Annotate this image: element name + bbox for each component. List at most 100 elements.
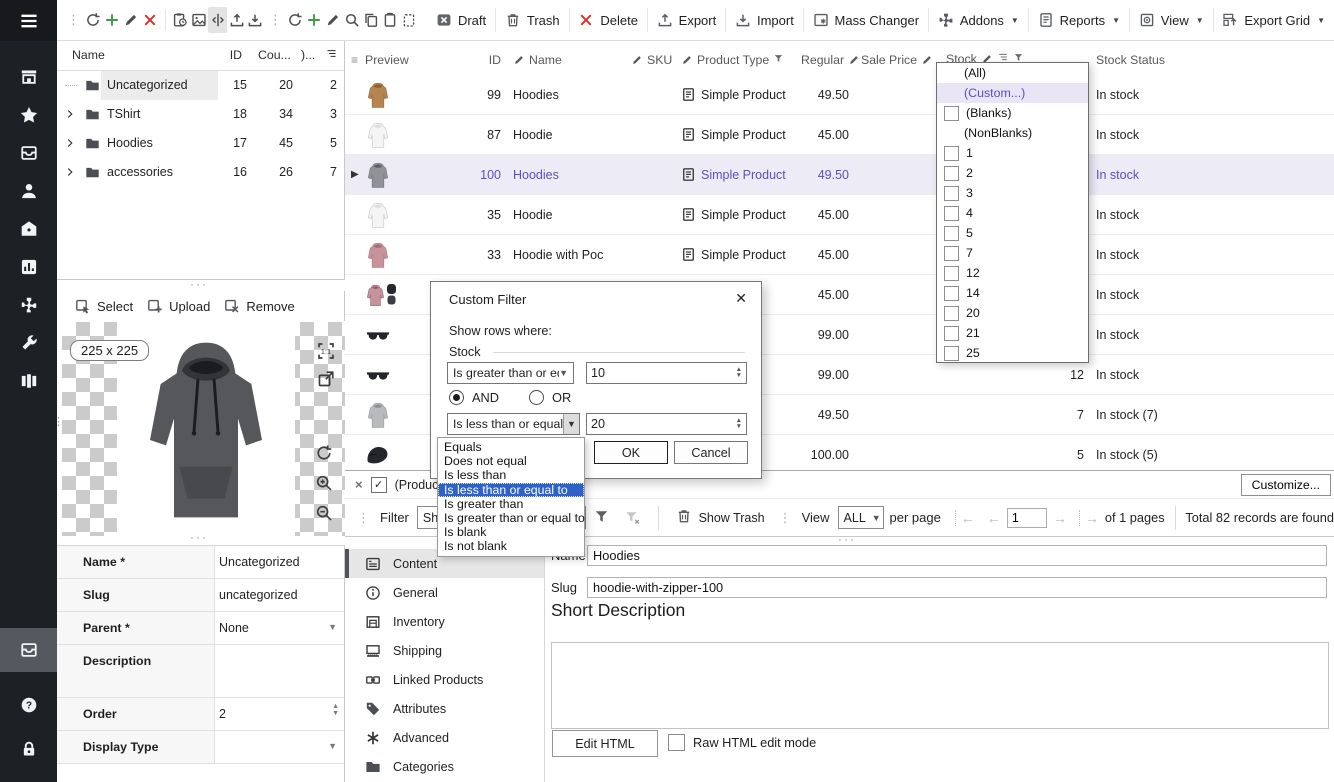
delete-button[interactable]: Delete xyxy=(569,5,647,35)
customize-button[interactable]: Customize... xyxy=(1241,474,1331,496)
category-row[interactable]: Uncategorized15202 xyxy=(57,71,344,100)
delete-button[interactable] xyxy=(141,7,160,33)
operator-option[interactable]: Is blank xyxy=(438,525,584,539)
show-trash-label[interactable]: Show Trash xyxy=(699,511,765,525)
checkbox[interactable] xyxy=(944,206,959,221)
name-input[interactable] xyxy=(587,545,1327,566)
tab-shipping[interactable]: Shipping xyxy=(345,636,544,665)
split-view-button[interactable] xyxy=(208,7,227,33)
actual-size-icon[interactable]: 1:1 xyxy=(317,342,335,363)
column-header-preview[interactable]: Preview xyxy=(359,45,477,75)
product-row[interactable]: 35HoodieSimple Product45.00In stock xyxy=(345,195,1334,235)
sidebar-item-tools[interactable] xyxy=(0,324,57,362)
form-value[interactable]: ▼ xyxy=(215,731,344,763)
sort-lines-icon[interactable] xyxy=(325,47,338,60)
product-row[interactable]: 99HoodiesSimple Product49.50In stock xyxy=(345,75,1334,115)
stock-filter-option[interactable]: 7 xyxy=(937,243,1088,263)
stock-filter-option[interactable]: 2 xyxy=(937,163,1088,183)
operator-select-1[interactable]: Is greater than or equ▼ xyxy=(447,362,574,384)
paste-button[interactable] xyxy=(380,7,399,33)
form-value[interactable]: 2▲▼ xyxy=(215,698,344,730)
tree-col-id[interactable]: ID xyxy=(230,48,242,62)
chevron-right-icon[interactable] xyxy=(64,166,76,178)
drag-handle-icon[interactable]: ⋮ xyxy=(357,510,370,526)
column-header-type[interactable]: Product Type xyxy=(675,45,795,75)
tree-col-count[interactable]: Cou... xyxy=(258,48,291,62)
vertical-splitter[interactable]: ⋮ xyxy=(53,420,59,424)
add-button[interactable] xyxy=(103,7,122,33)
form-value[interactable]: uncategorized xyxy=(215,579,344,611)
sidebar-item-addons[interactable] xyxy=(0,286,57,324)
sidebar-item-company[interactable] xyxy=(0,362,57,400)
stock-filter-option[interactable]: (NonBlanks) xyxy=(937,123,1088,143)
refresh-button[interactable] xyxy=(84,7,103,33)
stock-filter-option[interactable]: 25 xyxy=(937,343,1088,363)
chevron-right-icon[interactable] xyxy=(64,137,76,149)
product-row[interactable]: 33Hoodie with PocSimple Product45.00In s… xyxy=(345,235,1334,275)
sidebar-item-customers[interactable] xyxy=(0,172,57,210)
stock-filter-option[interactable]: (Custom...) xyxy=(937,83,1088,103)
horizontal-splitter[interactable]: ··· xyxy=(190,534,208,540)
per-page-select[interactable]: ALL▼ xyxy=(838,506,884,529)
stock-filter-option[interactable]: (Blanks) xyxy=(937,103,1088,123)
edit-html-button[interactable]: Edit HTML xyxy=(552,730,658,757)
next-page-icon[interactable]: → xyxy=(1053,510,1067,526)
filter-funnel-icon[interactable] xyxy=(773,53,784,67)
horizontal-splitter[interactable]: ··· xyxy=(190,281,208,287)
download-button[interactable] xyxy=(246,7,265,33)
column-header-handle[interactable]: ≡ xyxy=(345,45,359,75)
ok-button[interactable]: OK xyxy=(594,441,668,464)
column-header-id[interactable]: ID xyxy=(477,45,507,75)
select-image-button[interactable]: Select xyxy=(75,298,133,314)
column-header-regular[interactable]: Regular xyxy=(795,45,855,75)
cancel-button[interactable]: Cancel xyxy=(674,441,748,464)
export-grid-button[interactable]: Export Grid▼ xyxy=(1213,5,1334,35)
checkbox[interactable] xyxy=(944,286,959,301)
filter-enabled-checkbox[interactable]: ✓ xyxy=(371,477,387,493)
tree-col-name[interactable]: Name xyxy=(72,48,105,62)
stock-filter-option[interactable]: 20 xyxy=(937,303,1088,323)
horizontal-splitter[interactable]: ··· xyxy=(838,536,856,542)
tab-advanced[interactable]: Advanced xyxy=(345,723,544,752)
open-external-icon[interactable] xyxy=(317,370,335,391)
checkbox[interactable] xyxy=(944,186,959,201)
column-header-status[interactable]: Stock Status xyxy=(1090,45,1334,75)
checkbox[interactable] xyxy=(944,106,959,121)
draft-button[interactable]: Draft xyxy=(427,5,495,35)
tab-categories[interactable]: Categories xyxy=(345,752,544,781)
refresh-button[interactable] xyxy=(286,7,305,33)
stock-filter-option[interactable]: 1 xyxy=(937,143,1088,163)
checkbox[interactable] xyxy=(944,326,959,341)
value-input-1[interactable]: 10 ▲▼ xyxy=(586,362,747,384)
short-description-editor[interactable] xyxy=(551,642,1329,729)
operator-option[interactable]: Is not blank xyxy=(438,539,584,553)
category-row[interactable]: Hoodies17455 xyxy=(57,129,344,158)
clear-filter-icon[interactable] xyxy=(624,509,641,526)
tab-inventory[interactable]: Inventory xyxy=(345,607,544,636)
clear-filter-icon[interactable]: × xyxy=(355,477,363,492)
stock-filter-option[interactable]: 5 xyxy=(937,223,1088,243)
operator-option[interactable]: Equals xyxy=(438,440,584,454)
copy-button[interactable] xyxy=(362,7,381,33)
product-row[interactable]: 87HoodieSimple Product45.00In stock xyxy=(345,115,1334,155)
close-icon[interactable]: ✕ xyxy=(735,290,747,307)
apply-filter-icon[interactable] xyxy=(593,508,610,528)
mass-changer-button[interactable]: Mass Changer xyxy=(804,5,929,35)
product-row[interactable]: ▶100HoodiesSimple Product49.50In stock xyxy=(345,155,1334,195)
grip-icon[interactable]: ≡ xyxy=(351,53,358,67)
tab-attributes[interactable]: Attributes xyxy=(345,694,544,723)
history-button[interactable] xyxy=(170,7,189,33)
view-button[interactable]: View▼ xyxy=(1130,5,1213,35)
stock-filter-option[interactable]: 14 xyxy=(937,283,1088,303)
checkbox[interactable] xyxy=(944,246,959,261)
chevron-down-icon[interactable]: ▼ xyxy=(328,622,337,632)
operator-option[interactable]: Is less than or equal to xyxy=(438,483,584,497)
sidebar-item-store[interactable] xyxy=(0,58,57,96)
edit-button[interactable] xyxy=(324,7,343,33)
sidebar-item-help[interactable]: ? xyxy=(0,686,57,724)
last-page-icon[interactable]: → xyxy=(1079,510,1099,526)
spinner-icons[interactable]: ▲▼ xyxy=(732,367,742,380)
operator-option[interactable]: Is greater than xyxy=(438,497,584,511)
stock-filter-option[interactable]: 21 xyxy=(937,323,1088,343)
checkbox[interactable] xyxy=(944,146,959,161)
